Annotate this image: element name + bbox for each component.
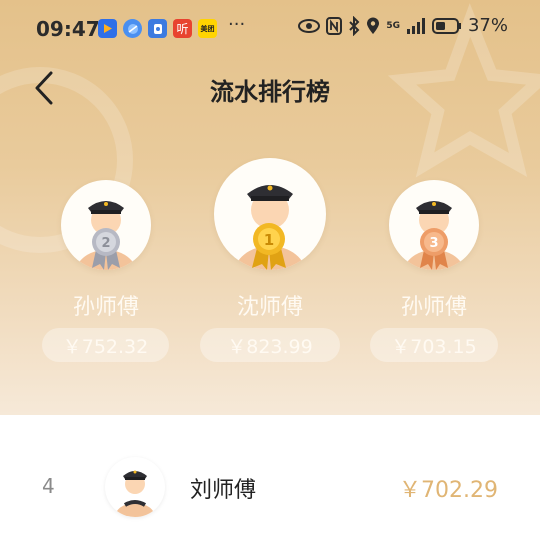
driver-name: 孙师傅	[400, 295, 467, 320]
eye-icon	[298, 18, 321, 33]
shield-app-icon	[148, 19, 167, 38]
driver-name: 刘师傅	[190, 478, 257, 503]
driver-avatar-icon	[234, 185, 306, 270]
driver-avatar-icon	[76, 201, 136, 270]
battery-percent: 37%	[467, 15, 508, 36]
notification-icons: 听 美团	[98, 19, 217, 38]
status-time: 09:47	[36, 17, 100, 41]
driver-avatar	[61, 180, 151, 270]
signal-icon	[406, 17, 425, 34]
page-title: 流水排行榜	[210, 78, 330, 106]
driver-avatar	[214, 158, 326, 270]
list-item[interactable]: 4 刘师傅 ￥702.29	[0, 445, 540, 525]
driver-name: 孙师傅	[72, 295, 139, 320]
more-notifications-icon: ···	[228, 14, 246, 35]
driver-amount: ￥703.15	[370, 328, 498, 362]
bluetooth-icon	[349, 15, 360, 36]
driver-amount: ￥823.99	[200, 328, 340, 362]
meituan-app-icon: 美团	[198, 19, 217, 38]
status-bar: 09:47 听 美团 ··· 5G 37%	[0, 0, 540, 60]
driver-avatar-icon	[115, 470, 155, 517]
ranking-list: 4 刘师傅 ￥702.29	[0, 415, 540, 540]
listen-app-icon: 听	[173, 19, 192, 38]
location-icon	[367, 17, 380, 34]
driver-avatar	[389, 180, 479, 270]
driver-amount: ￥752.32	[42, 328, 169, 362]
nav-bar: 流水排行榜	[0, 60, 540, 116]
driver-amount: ￥702.29	[399, 478, 498, 503]
battery-icon	[431, 17, 461, 34]
rank-number: 4	[42, 474, 55, 498]
driver-avatar	[105, 457, 165, 517]
play-app-icon	[98, 19, 117, 38]
browser-app-icon	[123, 19, 142, 38]
driver-name: 沈师傅	[236, 295, 303, 320]
nfc-icon	[326, 16, 343, 35]
system-status: 5G 37%	[298, 15, 508, 36]
leaderboard-header: 09:47 听 美团 ··· 5G 37% 流水排行榜 2 孙师傅 ￥752.3…	[0, 0, 540, 415]
driver-avatar-icon	[404, 201, 464, 270]
network-type-label: 5G	[386, 20, 400, 31]
